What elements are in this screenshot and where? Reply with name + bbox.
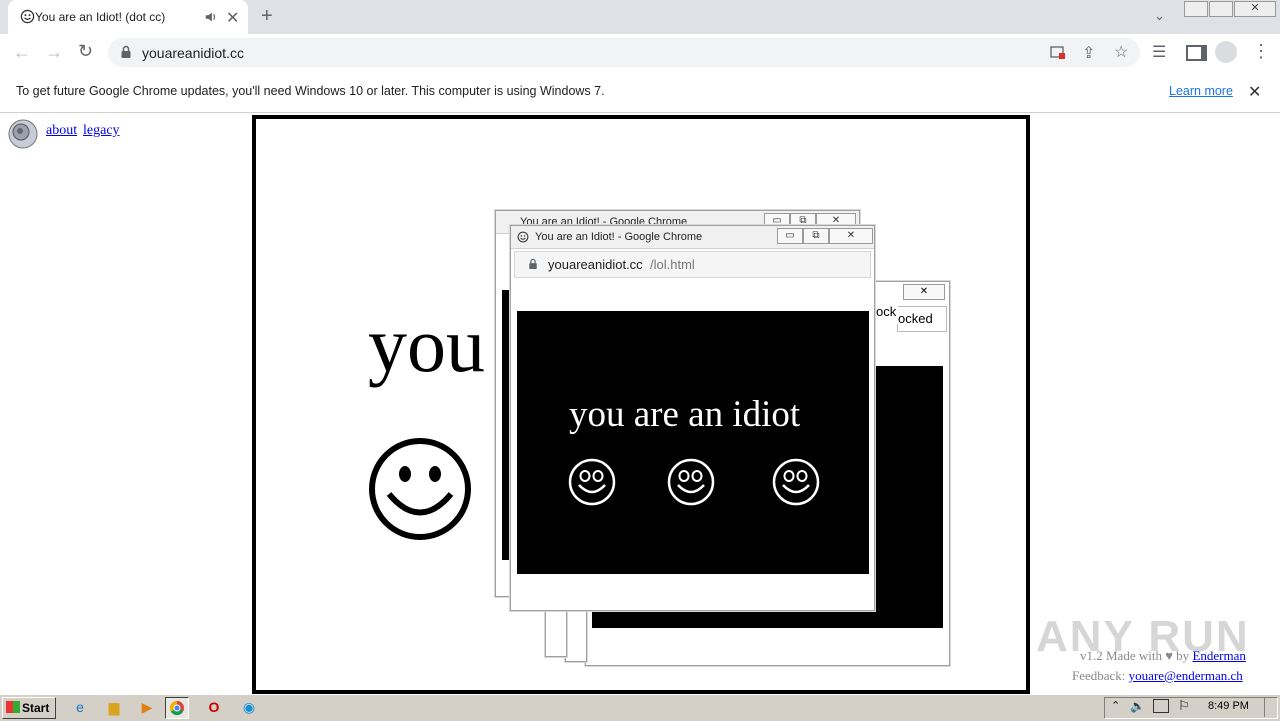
popup-url-host: youareanidiot.cc [548, 257, 643, 272]
lock-icon[interactable] [120, 45, 132, 59]
popup-front-restore-button[interactable]: ⧉ [803, 228, 829, 244]
author-link[interactable]: Enderman [1192, 648, 1245, 663]
about-link[interactable]: about [46, 123, 77, 139]
blocked-fragment-2: ocked [897, 306, 947, 332]
popup-lock-icon [529, 258, 537, 269]
media-queue-icon[interactable]: ☰ [1152, 42, 1166, 62]
show-desktop-button[interactable] [1264, 697, 1277, 717]
learn-more-link[interactable]: Learn more [1169, 84, 1233, 98]
taskbar [0, 694, 1280, 721]
feedback-credit: Feedback: youare@enderman.ch [1072, 668, 1243, 684]
chrome-taskbar-icon[interactable] [165, 697, 189, 719]
share-icon[interactable]: ⇪ [1082, 43, 1095, 63]
tab-title: You are an Idiot! (dot cc) [35, 10, 166, 24]
omnibox[interactable] [108, 38, 1140, 67]
sound-speaker-icon[interactable] [7, 118, 41, 150]
chrome-logo-icon [169, 700, 184, 716]
windows-logo-icon [6, 701, 20, 713]
tab-search-chevron-down-icon[interactable]: ⌄ [1154, 8, 1165, 24]
popup-front-close-button[interactable]: ✕ [829, 228, 873, 244]
popup-url-path: /lol.html [650, 257, 695, 272]
side-panel-icon[interactable] [1186, 45, 1207, 61]
media-player-icon[interactable]: ▶ [136, 697, 158, 717]
bookmark-star-icon[interactable]: ☆ [1114, 42, 1128, 62]
popup-front-minimize-button[interactable]: ▭ [777, 228, 803, 244]
legacy-link[interactable]: legacy [83, 123, 120, 139]
made-with-credit: v1.2 Made with ♥ by Enderman [1080, 648, 1246, 664]
restore-button[interactable] [1209, 1, 1233, 17]
popup-back-close-button[interactable]: ✕ [903, 284, 945, 300]
popup-blocked-icon[interactable] [1050, 45, 1066, 60]
volume-icon[interactable]: 🔈 [1130, 699, 1145, 713]
feedback-label: Feedback: [1072, 668, 1126, 683]
tab-close-icon[interactable]: ✕ [226, 8, 239, 28]
action-center-flag-icon[interactable]: ⚐ [1178, 698, 1190, 714]
url-text[interactable]: youareanidiot.cc [142, 45, 244, 61]
large-smiley-icon [369, 438, 471, 540]
minimize-button[interactable] [1184, 1, 1208, 17]
reload-icon[interactable]: ↻ [78, 41, 93, 62]
infobar-close-icon[interactable]: ✕ [1248, 82, 1261, 102]
popup-favicon-icon [517, 231, 529, 243]
opera-icon[interactable]: O [203, 697, 225, 717]
edge-icon[interactable]: ◉ [238, 697, 260, 717]
made-with-text: v1.2 Made with ♥ by [1080, 648, 1190, 663]
ie-icon[interactable]: e [69, 697, 91, 717]
speaker-icon[interactable] [204, 10, 218, 24]
idiot-black-panel: you are an idiot [517, 311, 869, 574]
start-label: Start [22, 701, 50, 715]
new-tab-icon[interactable]: + [261, 5, 273, 28]
tray-expand-icon[interactable]: ⌃ [1111, 699, 1120, 712]
explorer-folder-icon[interactable]: ▆ [103, 697, 125, 717]
idiot-text: you are an idiot [569, 394, 801, 435]
infobar-message: To get future Google Chrome updates, you… [16, 84, 605, 98]
smiley-face-icon-2 [667, 458, 715, 506]
profile-avatar-icon[interactable] [1215, 41, 1237, 63]
popup-window-front[interactable]: You are an Idiot! - Google Chrome ▭ ⧉ ✕ … [510, 225, 875, 611]
network-icon[interactable] [1153, 699, 1169, 713]
forward-arrow-icon[interactable]: → [45, 42, 63, 63]
smiley-face-icon-1 [568, 458, 616, 506]
back-arrow-icon[interactable]: ← [13, 42, 31, 63]
feedback-email-link[interactable]: youare@enderman.ch [1129, 668, 1243, 683]
blocked-fragment-1: ock [876, 300, 898, 324]
start-button[interactable]: Start [2, 697, 56, 719]
clock[interactable]: 8:49 PM [1208, 700, 1249, 712]
smiley-face-icon-3 [772, 458, 820, 506]
popup-address-bar[interactable]: youareanidiot.cc /lol.html [514, 251, 871, 278]
menu-kebab-icon[interactable]: ⋮ [1252, 41, 1270, 62]
you-are-an-idiot-heading: you [368, 301, 485, 388]
smiley-favicon-icon [20, 9, 35, 24]
close-window-button[interactable]: ✕ [1234, 1, 1276, 17]
